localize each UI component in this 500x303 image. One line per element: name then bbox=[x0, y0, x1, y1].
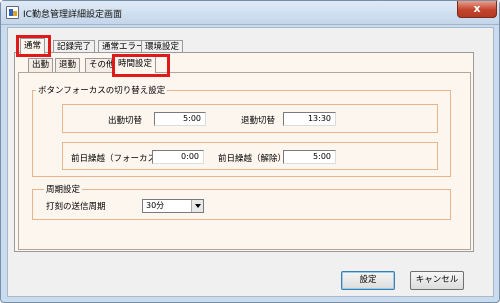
subtab-checkout[interactable]: 退勤 bbox=[55, 58, 81, 72]
checkout-switch-field[interactable]: 13:30 bbox=[283, 112, 336, 126]
prevday-focus-label: 前日繰越（フォーカス） bbox=[71, 154, 165, 164]
cancel-button[interactable]: キャンセル bbox=[410, 271, 464, 290]
title-bar[interactable]: IC勤怠管理詳細設定画面 x bbox=[1, 1, 499, 25]
checkout-switch-label: 退勤切替 bbox=[241, 116, 276, 126]
tab-normal[interactable]: 通常 bbox=[20, 38, 46, 55]
checkin-switch-label: 出勤切替 bbox=[108, 116, 143, 126]
prevday-release-field[interactable]: 5:00 bbox=[283, 150, 336, 164]
app-icon bbox=[6, 6, 19, 19]
ok-button[interactable]: 設定 bbox=[341, 271, 395, 290]
prevday-focus-field[interactable]: 0:00 bbox=[152, 150, 204, 164]
subtab-checkin[interactable]: 出勤 bbox=[28, 58, 54, 72]
subtab-time-settings[interactable]: 時間設定 bbox=[114, 56, 157, 73]
send-interval-select[interactable]: 30分 bbox=[142, 199, 204, 213]
send-interval-value: 30分 bbox=[146, 201, 165, 210]
close-button[interactable]: x bbox=[457, 1, 497, 18]
send-interval-label: 打刻の送信周期 bbox=[46, 202, 106, 212]
focus-switch-legend: ボタンフォーカスの切り替え設定 bbox=[36, 84, 168, 96]
window-title: IC勤怠管理詳細設定画面 bbox=[23, 10, 122, 20]
prevday-release-label: 前日繰越（解除） bbox=[218, 154, 287, 164]
chevron-down-icon[interactable] bbox=[191, 200, 203, 212]
period-legend: 周期設定 bbox=[44, 183, 83, 195]
checkin-switch-field[interactable]: 5:00 bbox=[154, 112, 206, 126]
